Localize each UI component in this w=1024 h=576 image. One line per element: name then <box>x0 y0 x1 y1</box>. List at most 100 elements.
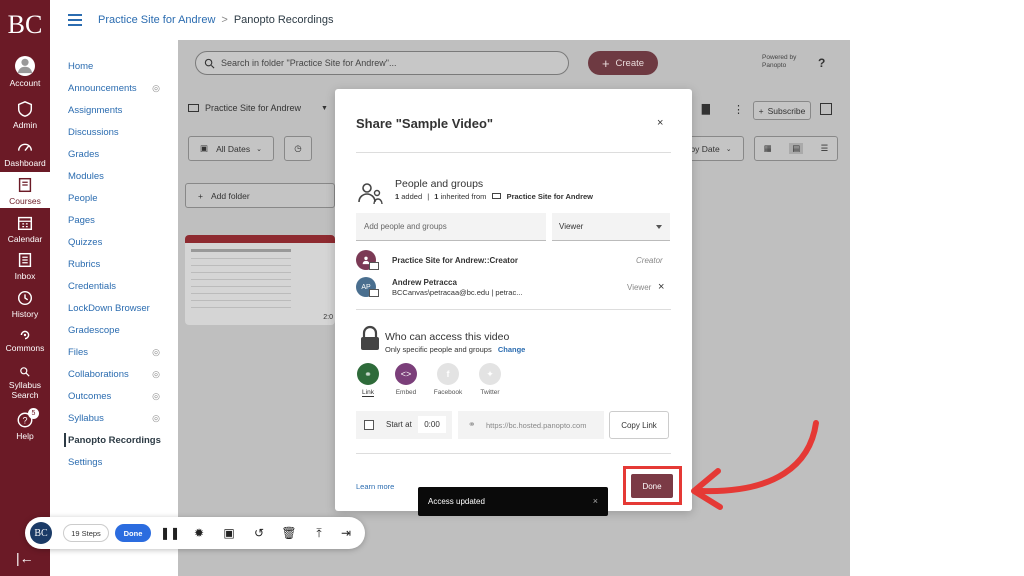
done-button[interactable]: Done <box>631 474 673 498</box>
course-nav-modules[interactable]: Modules <box>68 171 168 182</box>
pause-icon[interactable]: ❚❚ <box>160 525 180 541</box>
course-nav-files[interactable]: Files ◎ <box>68 347 168 358</box>
steps-count-button[interactable]: 19 Steps <box>63 524 109 542</box>
plus-icon: + <box>758 105 764 116</box>
course-nav-settings[interactable]: Settings <box>68 457 168 468</box>
start-at-control: Start at 0:00 <box>356 411 452 439</box>
share-link-input[interactable]: ⚭ https://bc.hosted.panopto.com <box>458 411 604 439</box>
global-nav-account[interactable]: Account <box>0 56 50 88</box>
global-nav-inbox[interactable]: Inbox <box>0 251 50 281</box>
skip-to-end-icon[interactable]: ⇥ <box>338 525 354 541</box>
global-nav-courses[interactable]: Courses <box>0 172 50 208</box>
twitter-icon: ✦ <box>479 363 501 385</box>
divider <box>356 453 671 454</box>
course-nav-credentials[interactable]: Credentials <box>68 281 168 292</box>
breadcrumb-course-link[interactable]: Practice Site for Andrew <box>98 14 215 26</box>
bc-logo[interactable]: BC <box>0 0 50 50</box>
chevron-down-icon: ⌄ <box>256 145 262 153</box>
lock-icon <box>361 325 379 350</box>
search-icon <box>204 58 215 68</box>
shield-icon <box>17 101 33 117</box>
hamburger-menu-icon[interactable] <box>68 11 82 29</box>
link-icon: ⚭ <box>357 363 379 385</box>
course-nav-people[interactable]: People <box>68 193 168 204</box>
course-nav-rubrics[interactable]: Rubrics <box>68 259 168 270</box>
breadcrumb-current: Panopto Recordings <box>233 14 334 26</box>
course-nav-syllabus[interactable]: Syllabus ◎ <box>68 413 168 424</box>
course-nav-panopto-recordings[interactable]: Panopto Recordings <box>64 433 164 447</box>
panopto-help-icon[interactable]: ? <box>818 56 825 70</box>
share-twitter-option[interactable]: ✦ Twitter <box>470 363 510 396</box>
course-nav-grades[interactable]: Grades <box>68 149 168 160</box>
calendar-icon: ▣ <box>200 143 209 153</box>
blur-icon[interactable]: ✹ <box>191 525 207 541</box>
recorder-done-button[interactable]: Done <box>115 524 151 542</box>
video-thumbnail[interactable]: 2:0 <box>185 235 335 325</box>
folder-search-input[interactable]: Search in folder "Practice Site for Andr… <box>195 51 569 75</box>
role-select[interactable]: Viewer <box>552 213 670 241</box>
learn-more-link[interactable]: Learn more <box>356 482 394 491</box>
course-nav-gradescope[interactable]: Gradescope <box>68 325 168 336</box>
share-entry-email: BCCanvas\petracaa@bc.edu | petrac... <box>392 288 523 297</box>
calendar-icon <box>17 216 33 231</box>
all-dates-filter[interactable]: ▣ All Dates ⌄ <box>188 136 274 161</box>
folder-selector[interactable]: Practice Site for Andrew ▼ <box>188 103 328 113</box>
thumbnail-header <box>185 235 335 243</box>
upload-icon[interactable]: ⤒ <box>311 525 327 541</box>
start-at-checkbox[interactable] <box>364 420 374 430</box>
collapse-nav-icon[interactable]: |← <box>16 550 34 566</box>
add-folder-button[interactable]: + Add folder <box>185 183 335 208</box>
stats-icon[interactable]: ▇ <box>702 104 710 115</box>
add-people-input[interactable]: Add people and groups <box>356 213 546 241</box>
share-embed-option[interactable]: <> Embed <box>386 363 426 396</box>
global-nav-dashboard[interactable]: Dashboard <box>0 138 50 168</box>
share-entry-role-select[interactable]: Viewer <box>627 283 651 292</box>
gauge-icon <box>17 143 33 152</box>
course-nav-assignments[interactable]: Assignments <box>68 105 168 116</box>
copy-link-button[interactable]: Copy Link <box>609 411 669 439</box>
people-group-icon <box>358 183 383 205</box>
more-options-icon[interactable]: ⋮ <box>733 103 744 116</box>
undo-icon[interactable]: ↺ <box>251 525 267 541</box>
change-access-link[interactable]: Change <box>498 345 526 354</box>
trash-icon[interactable]: 🗑 <box>281 525 297 541</box>
global-nav-calendar[interactable]: Calendar <box>0 214 50 244</box>
global-nav-admin[interactable]: Admin <box>0 100 50 130</box>
inbox-icon <box>18 252 32 268</box>
image-icon[interactable]: ▣ <box>221 525 237 541</box>
course-nav-outcomes[interactable]: Outcomes ◎ <box>68 391 168 402</box>
remove-entry-icon[interactable]: × <box>658 281 664 293</box>
subscribe-button[interactable]: + Subscribe <box>753 101 811 120</box>
start-at-time-input[interactable]: 0:00 <box>418 416 446 433</box>
course-nav-home[interactable]: Home <box>68 61 168 72</box>
share-link-option[interactable]: ⚭ Link <box>348 363 388 397</box>
global-nav-help[interactable]: ? 5 Help <box>0 408 50 441</box>
global-nav-commons[interactable]: Commons <box>0 329 50 353</box>
share-facebook-option[interactable]: f Facebook <box>428 363 468 396</box>
divider <box>356 309 671 310</box>
recorder-logo: BC <box>30 522 52 544</box>
toast-close-icon[interactable]: × <box>593 496 598 506</box>
clock-filter-button[interactable]: ◷ <box>284 136 312 161</box>
share-entry-creator-group: Practice Site for Andrew::Creator Creato… <box>356 250 671 276</box>
hidden-eye-icon: ◎ <box>152 347 160 357</box>
course-nav-quizzes[interactable]: Quizzes <box>68 237 168 248</box>
top-bar: Practice Site for Andrew > Panopto Recor… <box>50 0 850 40</box>
divider <box>356 152 671 153</box>
course-nav-announcements[interactable]: Announcements ◎ <box>68 83 168 94</box>
chain-link-icon: ⚭ <box>468 419 476 429</box>
modal-close-icon[interactable]: × <box>657 117 663 129</box>
hidden-eye-icon: ◎ <box>152 369 160 379</box>
list-view-icon[interactable]: ☰ <box>821 143 829 154</box>
global-nav-syllabus-search[interactable]: Syllabus Search <box>0 366 50 400</box>
global-nav-history[interactable]: History <box>0 289 50 319</box>
grid-view-icon[interactable]: ▦ <box>764 143 772 154</box>
course-nav-collaborations[interactable]: Collaborations ◎ <box>68 369 168 380</box>
open-external-icon[interactable] <box>820 103 832 115</box>
course-nav-pages[interactable]: Pages <box>68 215 168 226</box>
course-nav-discussions[interactable]: Discussions <box>68 127 168 138</box>
detail-view-icon[interactable]: ▤ <box>789 143 804 154</box>
course-nav-lockdown-browser[interactable]: LockDown Browser <box>68 303 168 314</box>
chevron-down-icon: ⌄ <box>725 145 732 153</box>
create-button[interactable]: + Create <box>588 51 658 75</box>
